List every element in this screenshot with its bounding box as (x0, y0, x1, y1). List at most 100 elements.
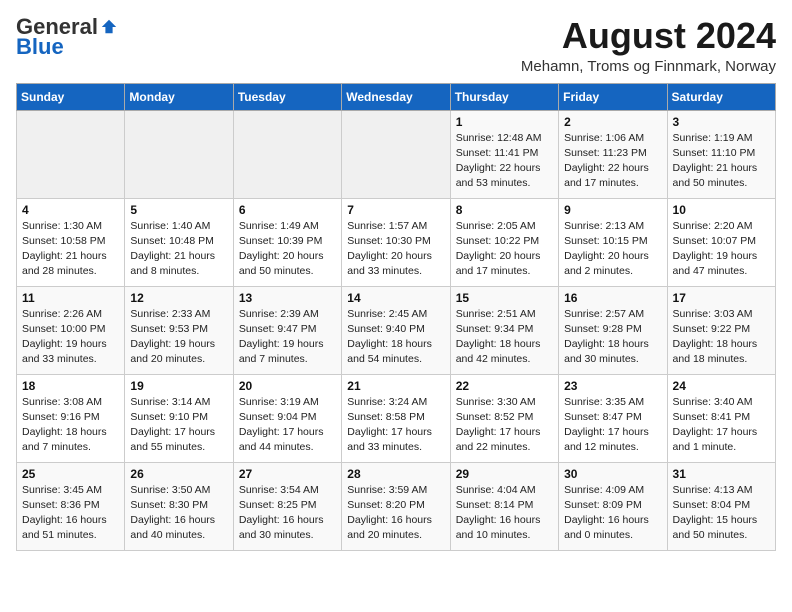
weekday-header: Wednesday (342, 83, 450, 110)
calendar-day-cell: 9 Sunrise: 2:13 AM Sunset: 10:15 PM Dayli… (559, 198, 667, 286)
day-number: 21 (347, 379, 444, 393)
calendar-day-cell: 26Sunrise: 3:50 AM Sunset: 8:30 PM Dayli… (125, 462, 233, 550)
day-number: 16 (564, 291, 661, 305)
day-info: Sunrise: 3:59 AM Sunset: 8:20 PM Dayligh… (347, 483, 444, 544)
day-number: 4 (22, 203, 119, 217)
logo-icon (100, 18, 118, 36)
calendar-day-cell: 12 Sunrise: 2:33 AM Sunset: 9:53 PM Dayli… (125, 286, 233, 374)
day-info: Sunrise: 1:06 AM Sunset: 11:23 PM Daylig… (564, 131, 661, 192)
day-info: Sunrise: 3:40 AM Sunset: 8:41 PM Dayligh… (673, 395, 770, 456)
calendar-header-row: SundayMondayTuesdayWednesdayThursdayFrid… (17, 83, 776, 110)
day-info: Sunrise: 4:13 AM Sunset: 8:04 PM Dayligh… (673, 483, 770, 544)
day-info: Sunrise: 3:50 AM Sunset: 8:30 PM Dayligh… (130, 483, 227, 544)
day-info: Sunrise: 2:45 AM Sunset: 9:40 PM Dayligh… (347, 307, 444, 368)
day-number: 29 (456, 467, 553, 481)
calendar-day-cell: 19 Sunrise: 3:14 AM Sunset: 9:10 PM Dayli… (125, 374, 233, 462)
day-number: 3 (673, 115, 770, 129)
day-number: 7 (347, 203, 444, 217)
day-info: Sunrise: 3:03 AM Sunset: 9:22 PM Dayligh… (673, 307, 770, 368)
main-title: August 2024 (521, 16, 776, 56)
day-number: 27 (239, 467, 336, 481)
day-info: Sunrise: 2:26 AM Sunset: 10:00 PM Daylig… (22, 307, 119, 368)
day-number: 11 (22, 291, 119, 305)
calendar-day-cell: 27 Sunrise: 3:54 AM Sunset: 8:25 PM Dayli… (233, 462, 341, 550)
calendar-day-cell (233, 110, 341, 198)
day-info: Sunrise: 1:40 AM Sunset: 10:48 PM Daylig… (130, 219, 227, 280)
calendar-day-cell: 22 Sunrise: 3:30 AM Sunset: 8:52 PM Dayli… (450, 374, 558, 462)
day-number: 25 (22, 467, 119, 481)
calendar-table: SundayMondayTuesdayWednesdayThursdayFrid… (16, 83, 776, 551)
day-info: Sunrise: 1:57 AM Sunset: 10:30 PM Daylig… (347, 219, 444, 280)
calendar-day-cell: 8 Sunrise: 2:05 AM Sunset: 10:22 PM Dayli… (450, 198, 558, 286)
calendar-week-row: 1Sunrise: 12:48 AM Sunset: 11:41 PM Dayl… (17, 110, 776, 198)
day-number: 17 (673, 291, 770, 305)
calendar-day-cell: 21 Sunrise: 3:24 AM Sunset: 8:58 PM Dayli… (342, 374, 450, 462)
logo-blue-text: Blue (16, 34, 64, 60)
day-number: 8 (456, 203, 553, 217)
day-number: 28 (347, 467, 444, 481)
calendar-day-cell: 16 Sunrise: 2:57 AM Sunset: 9:28 PM Dayli… (559, 286, 667, 374)
day-number: 9 (564, 203, 661, 217)
calendar-week-row: 25 Sunrise: 3:45 AM Sunset: 8:36 PM Dayli… (17, 462, 776, 550)
day-number: 14 (347, 291, 444, 305)
calendar-day-cell: 14 Sunrise: 2:45 AM Sunset: 9:40 PM Dayli… (342, 286, 450, 374)
calendar-day-cell: 6 Sunrise: 1:49 AM Sunset: 10:39 PM Dayli… (233, 198, 341, 286)
day-info: Sunrise: 4:04 AM Sunset: 8:14 PM Dayligh… (456, 483, 553, 544)
weekday-header: Sunday (17, 83, 125, 110)
day-number: 23 (564, 379, 661, 393)
day-info: Sunrise: 3:35 AM Sunset: 8:47 PM Dayligh… (564, 395, 661, 456)
weekday-header: Friday (559, 83, 667, 110)
calendar-day-cell (17, 110, 125, 198)
calendar-day-cell: 24 Sunrise: 3:40 AM Sunset: 8:41 PM Dayli… (667, 374, 775, 462)
day-number: 13 (239, 291, 336, 305)
subtitle: Mehamn, Troms og Finnmark, Norway (521, 58, 776, 75)
day-info: Sunrise: 3:30 AM Sunset: 8:52 PM Dayligh… (456, 395, 553, 456)
day-number: 5 (130, 203, 227, 217)
calendar-week-row: 11 Sunrise: 2:26 AM Sunset: 10:00 PM Dayl… (17, 286, 776, 374)
calendar-day-cell (342, 110, 450, 198)
day-number: 18 (22, 379, 119, 393)
day-number: 12 (130, 291, 227, 305)
calendar-day-cell: 13 Sunrise: 2:39 AM Sunset: 9:47 PM Dayli… (233, 286, 341, 374)
calendar-day-cell: 23 Sunrise: 3:35 AM Sunset: 8:47 PM Dayli… (559, 374, 667, 462)
day-number: 22 (456, 379, 553, 393)
day-info: Sunrise: 2:20 AM Sunset: 10:07 PM Daylig… (673, 219, 770, 280)
day-number: 6 (239, 203, 336, 217)
calendar-day-cell: 18 Sunrise: 3:08 AM Sunset: 9:16 PM Dayli… (17, 374, 125, 462)
day-info: Sunrise: 2:33 AM Sunset: 9:53 PM Dayligh… (130, 307, 227, 368)
day-info: Sunrise: 2:13 AM Sunset: 10:15 PM Daylig… (564, 219, 661, 280)
page-header: General Blue August 2024 Mehamn, Troms o… (16, 16, 776, 75)
calendar-day-cell: 11 Sunrise: 2:26 AM Sunset: 10:00 PM Dayl… (17, 286, 125, 374)
calendar-day-cell (125, 110, 233, 198)
day-number: 24 (673, 379, 770, 393)
day-info: Sunrise: 3:19 AM Sunset: 9:04 PM Dayligh… (239, 395, 336, 456)
day-info: Sunrise: 2:39 AM Sunset: 9:47 PM Dayligh… (239, 307, 336, 368)
day-number: 20 (239, 379, 336, 393)
calendar-day-cell: 1Sunrise: 12:48 AM Sunset: 11:41 PM Dayl… (450, 110, 558, 198)
day-number: 2 (564, 115, 661, 129)
day-info: Sunrise: 1:49 AM Sunset: 10:39 PM Daylig… (239, 219, 336, 280)
calendar-day-cell: 30Sunrise: 4:09 AM Sunset: 8:09 PM Dayli… (559, 462, 667, 550)
day-number: 1 (456, 115, 553, 129)
day-number: 31 (673, 467, 770, 481)
day-number: 15 (456, 291, 553, 305)
calendar-day-cell: 17 Sunrise: 3:03 AM Sunset: 9:22 PM Dayli… (667, 286, 775, 374)
day-info: Sunrise: 3:08 AM Sunset: 9:16 PM Dayligh… (22, 395, 119, 456)
weekday-header: Saturday (667, 83, 775, 110)
day-info: Sunrise: 3:54 AM Sunset: 8:25 PM Dayligh… (239, 483, 336, 544)
calendar-day-cell: 25 Sunrise: 3:45 AM Sunset: 8:36 PM Dayli… (17, 462, 125, 550)
day-info: Sunrise: 3:24 AM Sunset: 8:58 PM Dayligh… (347, 395, 444, 456)
day-info: Sunrise: 3:14 AM Sunset: 9:10 PM Dayligh… (130, 395, 227, 456)
day-number: 19 (130, 379, 227, 393)
day-number: 10 (673, 203, 770, 217)
day-info: Sunrise: 2:57 AM Sunset: 9:28 PM Dayligh… (564, 307, 661, 368)
calendar-day-cell: 5 Sunrise: 1:40 AM Sunset: 10:48 PM Dayli… (125, 198, 233, 286)
day-info: Sunrise: 2:05 AM Sunset: 10:22 PM Daylig… (456, 219, 553, 280)
calendar-day-cell: 20 Sunrise: 3:19 AM Sunset: 9:04 PM Dayli… (233, 374, 341, 462)
calendar-day-cell: 7 Sunrise: 1:57 AM Sunset: 10:30 PM Dayli… (342, 198, 450, 286)
day-info: Sunrise: 1:30 AM Sunset: 10:58 PM Daylig… (22, 219, 119, 280)
calendar-day-cell: 10 Sunrise: 2:20 AM Sunset: 10:07 PM Dayl… (667, 198, 775, 286)
calendar-day-cell: 2 Sunrise: 1:06 AM Sunset: 11:23 PM Dayli… (559, 110, 667, 198)
day-info: Sunrise: 4:09 AM Sunset: 8:09 PM Dayligh… (564, 483, 661, 544)
day-info: Sunrise: 3:45 AM Sunset: 8:36 PM Dayligh… (22, 483, 119, 544)
